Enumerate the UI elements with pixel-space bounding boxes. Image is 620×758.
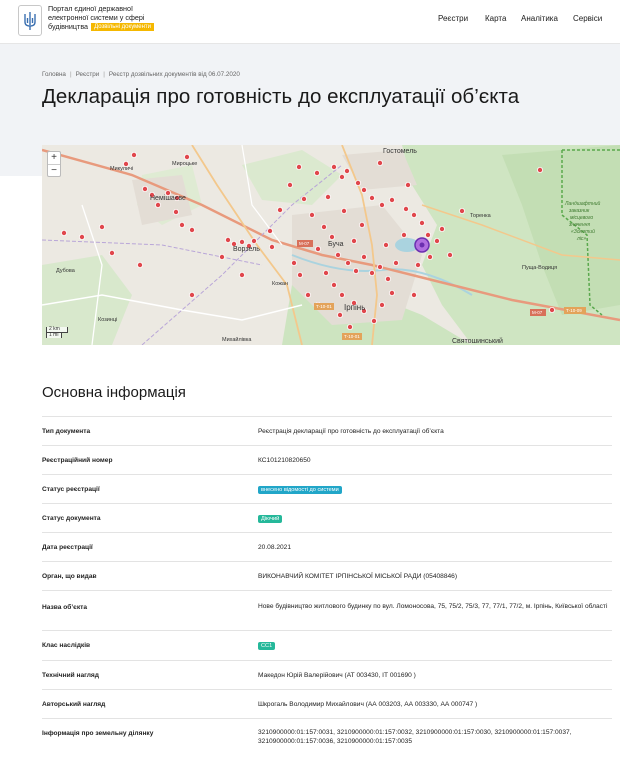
map-label-kozyntsi: Козинці — [98, 317, 117, 323]
svg-text:М-07: М-07 — [532, 310, 543, 315]
map-label-pushcha: Пуща-Водиця — [522, 265, 557, 271]
map-zoom-control: + − — [47, 151, 61, 177]
info-value: Шкрогаль Володимир Михайлович (АА 003203… — [258, 701, 478, 708]
location-map[interactable]: Гостомель Немішаєве Ворзель Буча Ірпінь … — [42, 145, 620, 345]
class-badge: СС1 — [258, 642, 276, 650]
map-label-kozhan: Кожан — [272, 281, 288, 287]
map-label-irpin: Ірпінь — [344, 303, 365, 312]
info-label: Дата реєстрації — [42, 544, 93, 551]
info-label: Авторський нагляд — [42, 701, 106, 708]
svg-text:Т-10-01: Т-10-01 — [316, 304, 332, 309]
breadcrumb-registries[interactable]: Реєстри — [76, 71, 100, 78]
info-row-reg-status: Статус реєстрації внесено відомості до с… — [42, 474, 612, 503]
main-info-title: Основна інформація — [42, 384, 186, 401]
ukraine-trident-icon[interactable] — [18, 5, 42, 36]
portal-section-badge: Дозвільні документи — [91, 23, 155, 31]
info-row-consequence-class: Клас наслідків СС1 — [42, 630, 612, 660]
site-header: Портал єдиної державної електронної сист… — [0, 0, 620, 44]
svg-text:ліс»: ліс» — [576, 236, 586, 242]
portal-name-line3: будівництва — [48, 22, 89, 31]
map-road-m07: М-07 — [299, 241, 310, 246]
map-label-dubova: Дубова — [56, 268, 76, 274]
info-label: Технічний нагляд — [42, 672, 99, 679]
map-label-vorzel: Ворзель — [233, 246, 260, 253]
zoom-out-button[interactable]: − — [48, 164, 60, 176]
status-badge: Діючий — [258, 515, 283, 523]
svg-text:заказник: заказник — [568, 208, 590, 214]
info-row-author-supervision: Авторський нагляд Шкрогаль Володимир Мих… — [42, 689, 612, 718]
portal-name-line2: електронної системи у сфері — [48, 13, 145, 22]
info-row-issuer: Орган, що видав ВИКОНАВЧИЙ КОМІТЕТ ІРПІН… — [42, 561, 612, 590]
info-label: Інформація про земельну ділянку — [42, 730, 154, 737]
info-value: 20.08.2021 — [258, 544, 292, 551]
map-label-hostomel: Гостомель — [383, 148, 417, 155]
map-canvas[interactable]: Гостомель Немішаєве Ворзель Буча Ірпінь … — [42, 145, 620, 345]
status-badge: внесено відомості до системи — [258, 486, 342, 494]
info-row-object-name: Назва об’єкта Нове будівництво житлового… — [42, 590, 612, 630]
info-row-land-plot: Інформація про земельну ділянку 32109000… — [42, 718, 612, 758]
breadcrumb-separator: | — [103, 71, 105, 78]
info-label: Тип документа — [42, 428, 91, 435]
zoom-in-button[interactable]: + — [48, 152, 60, 164]
breadcrumb-current[interactable]: Реєстр дозвільних документів від 06.07.2… — [109, 71, 240, 78]
svg-text:місцевого: місцевого — [570, 215, 593, 221]
info-row-reg-number: Реєстраційний номер КС101210820650 — [42, 445, 612, 474]
info-value: Македон Юрій Валерійович (АТ 003430, ІТ … — [258, 672, 416, 679]
nav-registries[interactable]: Реєстри — [438, 14, 468, 23]
svg-text:Т-10-09: Т-10-09 — [566, 308, 582, 313]
map-label-mykhailivka: Михайлівка — [222, 336, 252, 343]
info-row-reg-date: Дата реєстрації 20.08.2021 — [42, 532, 612, 561]
map-scale: 2 km 1 mi — [46, 327, 68, 338]
breadcrumb: Головна | Реєстри | Реєстр дозвільних докуме… — [42, 71, 240, 78]
map-label-bucha: Буча — [328, 241, 344, 248]
map-label-mykulychi: Микуличі — [110, 166, 133, 172]
page-title: Декларація про готовність до експлуатаці… — [42, 85, 520, 108]
info-value: ВИКОНАВЧИЙ КОМІТЕТ ІРПІНСЬКОЇ МІСЬКОЇ РА… — [258, 573, 458, 580]
info-value: Реєстрація декларації про готовність до … — [258, 428, 444, 435]
info-label: Клас наслідків — [42, 642, 91, 649]
info-row-tech-supervision: Технічний нагляд Македон Юрій Валерійови… — [42, 660, 612, 689]
breadcrumb-separator: | — [69, 71, 72, 78]
portal-name-line1: Портал єдиної державної — [48, 4, 134, 13]
nav-map[interactable]: Карта — [485, 14, 506, 23]
portal-name[interactable]: Портал єдиної державної електронної сист… — [48, 4, 155, 31]
info-label: Реєстраційний номер — [42, 457, 113, 464]
info-value: КС101210820650 — [258, 457, 311, 464]
info-value: 3210900000:01:157:0031, 3210900000:01:15… — [258, 729, 572, 745]
info-label: Орган, що видав — [42, 573, 97, 580]
breadcrumb-home[interactable]: Головна — [42, 71, 66, 78]
svg-text:значення: значення — [568, 222, 590, 228]
map-label-myrotske: Мироцьке — [172, 161, 197, 167]
map-label-sviatoshynskyi: Святошинський — [452, 337, 503, 345]
map-label-reserve: Ландшафтний — [564, 200, 601, 207]
info-label: Назва об’єкта — [42, 604, 88, 611]
nav-analytics[interactable]: Аналітика — [521, 14, 558, 23]
info-value: Нове будівництво житлового будинку по ву… — [258, 603, 608, 610]
svg-text:«Золотий: «Золотий — [571, 228, 595, 235]
map-label-torenka: Торенка — [470, 213, 492, 219]
info-label: Статус реєстрації — [42, 486, 100, 493]
info-row-doc-status: Статус документа Діючий — [42, 503, 612, 532]
map-label-nemishaieve: Немішаєве — [150, 194, 186, 202]
info-label: Статус документа — [42, 515, 101, 522]
info-row-doc-type: Тип документа Реєстрація декларації про … — [42, 416, 612, 445]
nav-services[interactable]: Сервіси — [573, 14, 602, 23]
map-scale-mi: 1 mi — [46, 332, 62, 338]
svg-text:Т-10-01: Т-10-01 — [344, 334, 360, 339]
